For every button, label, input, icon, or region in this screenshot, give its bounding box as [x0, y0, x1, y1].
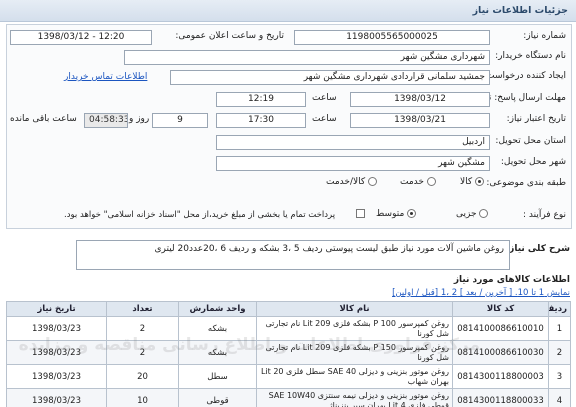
cell-name: روغن موتور بنزینی و دیزلی نیمه سنتزی SAE… [256, 388, 453, 407]
cell-row: 4 [548, 388, 571, 407]
page-header: جزئیات اطلاعات نیاز [0, 0, 576, 22]
cell-date: 1398/03/23 [6, 340, 107, 365]
cell-row: 3 [548, 364, 571, 389]
description-label: شرح کلی نیاز: [505, 244, 570, 254]
buyer-org-field[interactable]: شهرداری مشگین شهر [124, 50, 490, 65]
process-radio-medium[interactable]: متوسط [376, 209, 417, 219]
category-label: طبقه بندی موضوعی: [486, 178, 566, 188]
cell-qty: 2 [106, 316, 179, 341]
send-deadline-time-field[interactable]: 12:19 [216, 92, 306, 107]
table-row[interactable]: 3 0814300118800003 روغن موتور بنزینی و د… [6, 364, 571, 389]
cell-name: روغن کمپرسور P 150 بشکه فلزی 209 Lit نام… [256, 340, 453, 365]
column-header: ردیف [548, 301, 571, 317]
cell-unit: بشکه [178, 340, 257, 365]
category-radio-service[interactable]: خدمت [400, 177, 436, 187]
cell-date: 1398/03/23 [6, 364, 107, 389]
validity-date-field[interactable]: 1398/03/21 [350, 113, 490, 128]
cell-date: 1398/03/23 [6, 316, 107, 341]
cell-row: 2 [548, 340, 571, 365]
cell-row: 1 [548, 316, 571, 341]
items-title: اطلاعات کالاهای مورد نیاز [453, 275, 570, 285]
process-radio-minor[interactable]: جزیی [456, 209, 489, 219]
requester-field[interactable]: جمشید سلمانی قراردادی شهرداری مشگین شهر [170, 70, 490, 85]
cell-code: 0814100086610010 [452, 316, 549, 341]
radio-icon[interactable] [407, 209, 417, 218]
cell-qty: 20 [106, 364, 179, 389]
province-field[interactable]: اردبیل [216, 135, 490, 150]
radio-icon[interactable] [479, 209, 489, 218]
description-box: روغن ماشین آلات مورد نیاز طبق لیست پیوست… [76, 240, 510, 270]
need-number-label: شماره نیاز: [523, 31, 566, 41]
checkbox-icon[interactable] [356, 209, 365, 218]
table-row[interactable]: 1 0814100086610010 روغن کمپرسور P 100 بش… [6, 316, 571, 341]
send-deadline-time-label: ساعت [312, 93, 337, 103]
category-radio-goods[interactable]: کالا [460, 177, 485, 187]
pager[interactable]: نمایش 1 تا 10. [ آخرین / بعد ] 2 ،1 [قبل… [392, 288, 570, 298]
remaining-time-field: 04:58:33 [84, 113, 128, 128]
items-table: ردیف کد کالا نام کالا واحد شمارش تعداد ت… [6, 301, 571, 407]
remaining-days-field: 9 [152, 113, 208, 128]
announce-datetime-label: تاریخ و ساعت اعلان عمومی: [175, 31, 284, 41]
page-title: جزئیات اطلاعات نیاز [472, 5, 568, 16]
table-row[interactable]: 2 0814100086610030 روغن کمپرسور P 150 بش… [6, 340, 571, 365]
buyer-contact-link[interactable]: اطلاعات تماس خریدار [64, 72, 147, 82]
city-field[interactable]: مشگین شهر [216, 156, 490, 171]
announce-datetime-field[interactable]: 1398/03/12 - 12:20 [10, 30, 152, 45]
cell-qty: 2 [106, 340, 179, 365]
buyer-org-label: نام دستگاه خریدار: [495, 51, 566, 61]
payment-note: پرداخت تمام یا بخشی از مبلغ خرید،از محل … [64, 210, 336, 220]
cell-unit: بشکه [178, 316, 257, 341]
need-number-field[interactable]: 1198005565000025 [294, 30, 490, 45]
cell-code: 0814300118800003 [452, 364, 549, 389]
cell-name: روغن موتور بنزینی و دیزلی SAE 40 سطل فلز… [256, 364, 453, 389]
process-label: نوع فرآیند : [523, 210, 566, 220]
column-header: کد کالا [452, 301, 549, 317]
remaining-time-label: ساعت باقی مانده [10, 114, 77, 124]
validity-time-field[interactable]: 17:30 [216, 113, 306, 128]
column-header: تاریخ نیاز [6, 301, 107, 317]
validity-time-label: ساعت [312, 114, 337, 124]
cell-date: 1398/03/23 [6, 388, 107, 407]
cell-code: 0814100086610030 [452, 340, 549, 365]
pager-links[interactable]: نمایش 1 تا 10. [ آخرین / بعد ] 2 ،1 [قبل… [392, 288, 570, 298]
table-row[interactable]: 4 0814300118800033 روغن موتور بنزینی و د… [6, 388, 571, 407]
cell-unit: سطل [178, 364, 257, 389]
category-radio-goods-service[interactable]: کالا/خدمت [326, 177, 378, 187]
send-deadline-date-field[interactable]: 1398/03/12 [350, 92, 490, 107]
radio-icon[interactable] [368, 177, 378, 186]
column-header: تعداد [106, 301, 179, 317]
cell-unit: قوطی [178, 388, 257, 407]
cell-qty: 10 [106, 388, 179, 407]
province-label: استان محل تحویل: [495, 136, 566, 146]
radio-icon[interactable] [426, 177, 436, 186]
city-label: شهر محل تحویل: [500, 157, 566, 167]
table-header-row: ردیف کد کالا نام کالا واحد شمارش تعداد ت… [6, 301, 571, 317]
cell-name: روغن کمپرسور P 100 بشکه فلزی 209 Lit نام… [256, 316, 453, 341]
column-header: نام کالا [256, 301, 453, 317]
treasury-checkbox[interactable] [356, 209, 365, 219]
remaining-days-label: روز و [129, 114, 150, 124]
column-header: واحد شمارش [178, 301, 257, 317]
validity-label: تاریخ اعتبار نیاز: [506, 114, 566, 124]
radio-icon[interactable] [475, 177, 485, 186]
cell-code: 0814300118800033 [452, 388, 549, 407]
requester-label: ایجاد کننده درخواست: [483, 71, 566, 81]
